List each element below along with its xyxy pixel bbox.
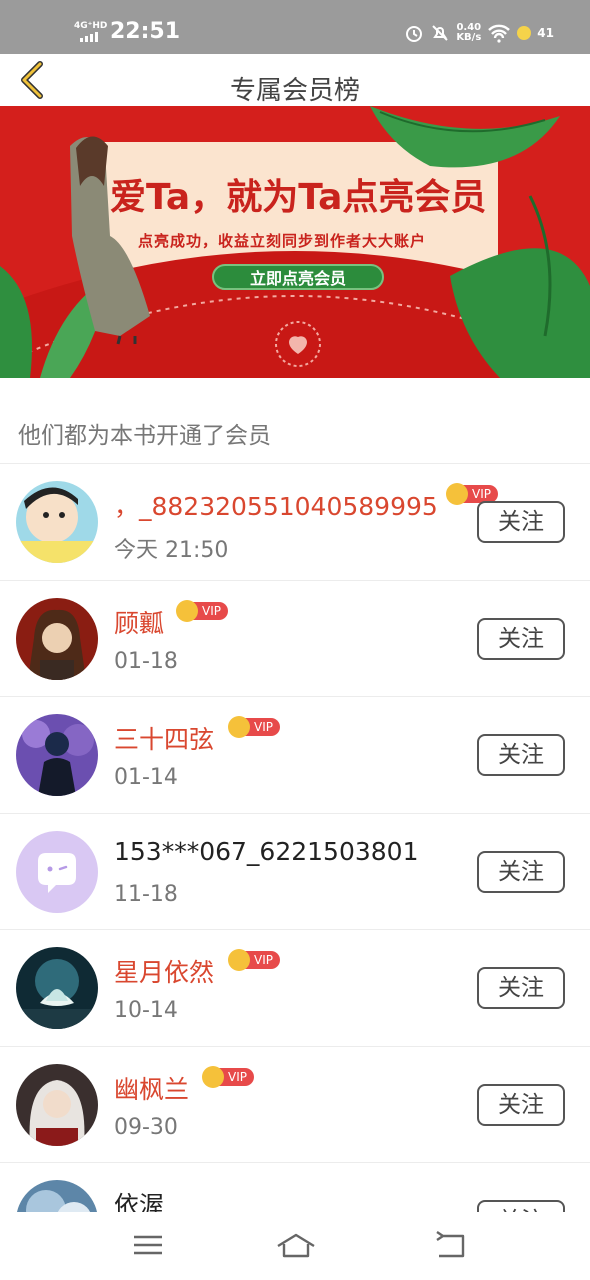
avatar[interactable] [16, 947, 98, 1029]
battery-icon [517, 26, 532, 40]
promo-banner[interactable]: 爱Ta，就为Ta点亮会员 点亮成功，收益立刻同步到作者大大账户 立即点亮会员 [0, 106, 590, 378]
member-name[interactable]: 三十四弦 [114, 720, 214, 756]
alarm-icon [406, 26, 423, 42]
banner-subtitle: 点亮成功，收益立刻同步到作者大大账户 [138, 232, 427, 250]
section-label: 他们都为本书开通了会员 [18, 423, 271, 449]
vip-badge: VIP [176, 599, 228, 622]
avatar[interactable] [16, 830, 98, 913]
signal-icon [80, 32, 102, 42]
vip-badge: VIP [228, 949, 280, 971]
list-item[interactable]: 153***067_6221503801 11-18 关注 [0, 813, 590, 930]
join-date: 09-30 [114, 1114, 178, 1140]
avatar[interactable] [16, 597, 98, 680]
member-name[interactable]: ，_882320551040589995 [114, 487, 438, 523]
mute-icon [432, 25, 449, 41]
section-header: 他们都为本书开通了会员 [0, 378, 590, 464]
follow-button[interactable]: 关注 [477, 1200, 565, 1212]
member-name[interactable]: 星月依然 [114, 953, 214, 989]
wifi-icon [488, 24, 511, 43]
follow-button[interactable]: 关注 [477, 967, 565, 1009]
join-date: 01-14 [114, 765, 178, 790]
net-speed: 0.40 KB/s [456, 22, 482, 43]
member-name[interactable]: 顾瓤 [114, 604, 164, 640]
home-icon[interactable] [276, 1230, 316, 1260]
title-bar: 专属会员榜 [0, 54, 590, 106]
crown-icon [228, 949, 250, 971]
join-date: 10-14 [114, 998, 178, 1023]
member-name[interactable]: 153***067_6221503801 [114, 837, 419, 866]
crown-icon [202, 1065, 224, 1088]
system-nav-bar [0, 1212, 590, 1280]
follow-button[interactable]: 关注 [477, 501, 565, 543]
list-item[interactable]: 星月依然 VIP 10-14 关注 [0, 930, 590, 1047]
avatar[interactable] [16, 481, 98, 563]
status-time: 22:51 [110, 19, 181, 44]
list-item[interactable]: 顾瓤 VIP 01-18 关注 [0, 580, 590, 697]
list-item[interactable]: ，_882320551040589995 VIP 今天 21:50 关注 [0, 464, 590, 581]
status-bar: 4G⁺HD 22:51 0.40 KB/s 41 [0, 0, 590, 54]
crown-icon [446, 483, 468, 505]
battery-level: 41 [537, 26, 554, 40]
member-name[interactable]: 幽枫兰 [114, 1070, 189, 1106]
join-date: 今天 21:50 [114, 538, 229, 563]
follow-button[interactable]: 关注 [477, 850, 565, 893]
menu-icon[interactable] [131, 1230, 165, 1260]
follow-button[interactable]: 关注 [477, 734, 565, 776]
list-item[interactable]: 幽枫兰 VIP 09-30 关注 [0, 1046, 590, 1163]
vip-badge: VIP [202, 1065, 254, 1088]
activate-vip-button[interactable]: 立即点亮会员 [212, 264, 384, 290]
follow-button[interactable]: 关注 [477, 617, 565, 660]
follow-button[interactable]: 关注 [477, 1083, 565, 1126]
join-date: 01-18 [114, 648, 178, 674]
list-item[interactable]: 依渥 关注 [0, 1163, 590, 1212]
page-title: 专属会员榜 [229, 76, 360, 106]
vip-badge: VIP [228, 716, 280, 738]
avatar[interactable] [16, 714, 98, 796]
avatar[interactable] [16, 1063, 98, 1146]
network-indicator: 4G⁺HD [74, 21, 108, 31]
crown-icon [228, 716, 250, 738]
join-date: 11-18 [114, 881, 178, 907]
avatar[interactable] [16, 1180, 98, 1212]
member-list[interactable]: ，_882320551040589995 VIP 今天 21:50 关注 顾瓤 … [0, 464, 590, 1212]
list-item[interactable]: 三十四弦 VIP 01-14 关注 [0, 697, 590, 814]
crown-icon [176, 599, 198, 622]
banner-headline: 爱Ta，就为Ta点亮会员 [110, 177, 487, 218]
back-nav-icon[interactable] [433, 1230, 467, 1260]
member-name[interactable]: 依渥 [114, 1186, 164, 1212]
